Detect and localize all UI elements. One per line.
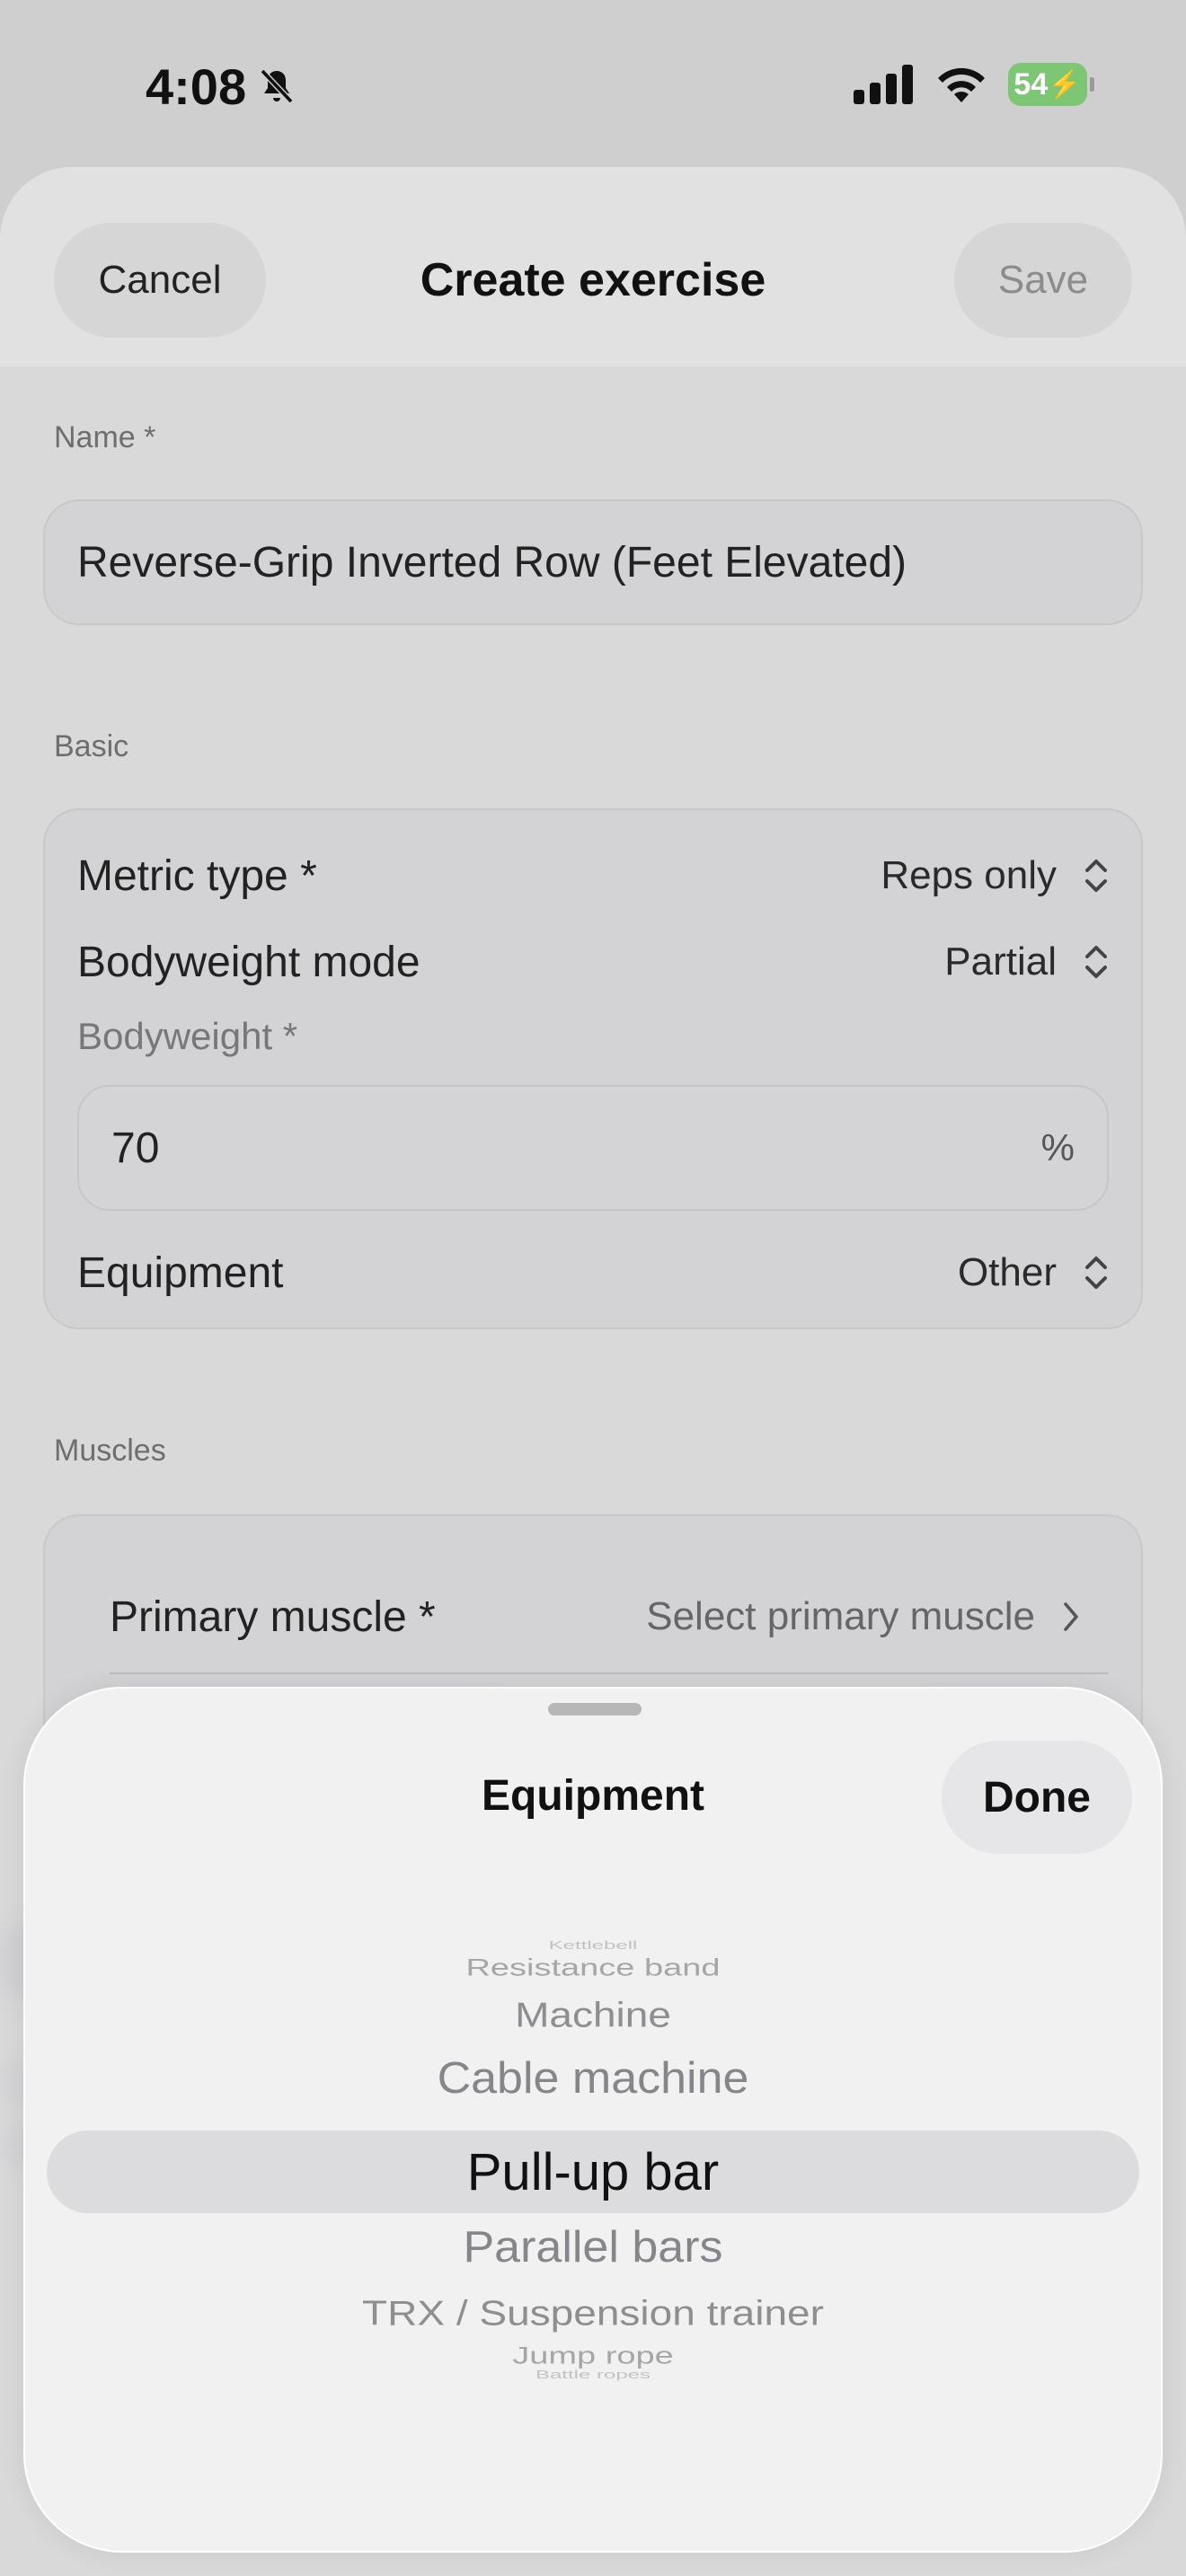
battery-level: 54 — [1013, 66, 1049, 101]
name-input-value: Reverse-Grip Inverted Row (Feet Elevated… — [77, 538, 907, 587]
metric-type-row[interactable]: Metric type * Reps only — [77, 844, 1109, 907]
basic-section-label: Basic — [54, 729, 129, 763]
primary-muscle-label: Primary muscle * — [110, 1592, 436, 1641]
picker-option[interactable]: Machine — [25, 1994, 1161, 2035]
muscles-section-label: Muscles — [54, 1434, 166, 1468]
equipment-label: Equipment — [77, 1248, 284, 1297]
status-bar: 4:08 54 ⚡ — [0, 0, 1186, 171]
equipment-picker: Equipment Done Kettlebell Resistance ban… — [23, 1687, 1163, 2553]
status-time: 4:08 — [146, 57, 298, 116]
picker-option-selected[interactable]: Pull-up bar — [25, 2142, 1161, 2202]
done-button[interactable]: Done — [942, 1741, 1132, 1854]
sheet-header: Cancel Create exercise Save — [0, 167, 1186, 366]
picker-option[interactable]: Cable machine — [25, 2053, 1161, 2104]
chevron-up-down-icon — [1085, 946, 1107, 978]
picker-option[interactable]: Battle ropes — [25, 2368, 1161, 2381]
bodyweight-input[interactable]: 70 % — [77, 1085, 1109, 1211]
primary-muscle-row[interactable]: Primary muscle * Select primary muscle — [110, 1581, 1080, 1653]
picker-option[interactable]: Jump rope — [25, 2342, 1161, 2369]
bodyweight-mode-value: Partial — [944, 940, 1057, 984]
equipment-row[interactable]: Equipment Other — [77, 1241, 1109, 1304]
chevron-up-down-icon — [1085, 1257, 1107, 1289]
battery-icon: 54 ⚡ — [1008, 63, 1094, 106]
status-time-text: 4:08 — [146, 58, 247, 115]
basic-card: Metric type * Reps only Bodyweight mode … — [43, 808, 1143, 1329]
bodyweight-label: Bodyweight * — [77, 1015, 298, 1057]
status-indicators: 54 ⚡ — [854, 63, 1094, 106]
bodyweight-mode-row[interactable]: Bodyweight mode Partial — [77, 931, 1109, 993]
metric-type-value: Reps only — [881, 853, 1057, 897]
row-divider — [110, 1672, 1109, 1674]
cellular-signal-icon — [854, 65, 913, 104]
primary-muscle-value: Select primary muscle — [646, 1594, 1035, 1638]
chevron-right-icon — [1064, 1602, 1078, 1631]
picker-option[interactable]: TRX / Suspension trainer — [25, 2292, 1161, 2333]
name-section-label: Name * — [54, 420, 156, 454]
bodyweight-mode-label: Bodyweight mode — [77, 938, 420, 986]
metric-type-label: Metric type * — [77, 851, 317, 900]
name-input[interactable]: Reverse-Grip Inverted Row (Feet Elevated… — [43, 499, 1143, 625]
wifi-icon — [938, 67, 985, 102]
save-button[interactable]: Save — [954, 223, 1132, 338]
equipment-value: Other — [957, 1250, 1057, 1294]
picker-option[interactable]: Parallel bars — [25, 2222, 1161, 2272]
picker-option[interactable]: Kettlebell — [25, 1938, 1161, 1952]
drag-handle[interactable] — [548, 1703, 642, 1716]
picker-option[interactable]: Resistance band — [25, 1954, 1161, 1981]
bodyweight-unit: % — [1040, 1126, 1075, 1169]
bodyweight-value: 70 — [111, 1124, 160, 1172]
chevron-up-down-icon — [1085, 860, 1107, 892]
bell-muted-icon — [260, 68, 294, 103]
